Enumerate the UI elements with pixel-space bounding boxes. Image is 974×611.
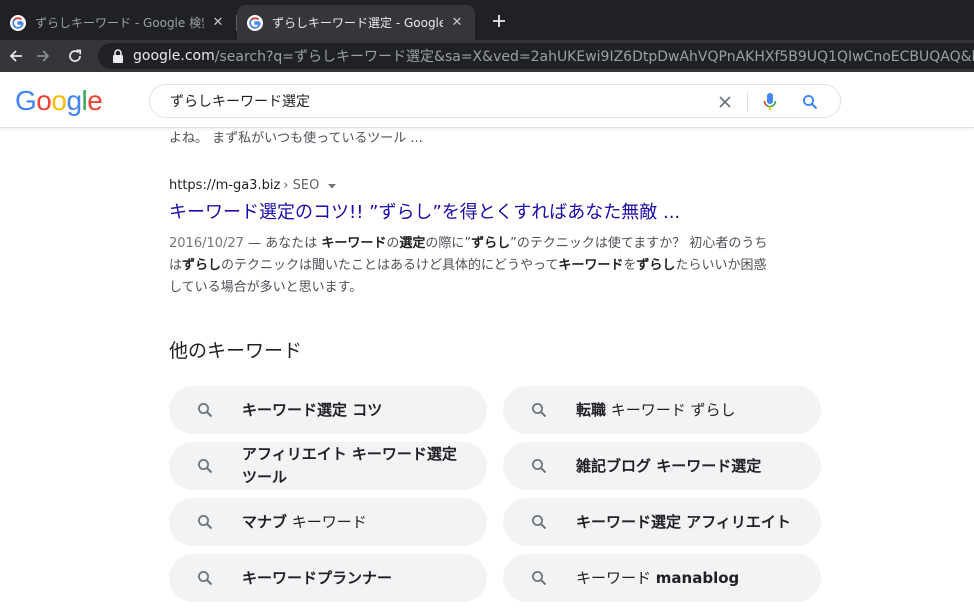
related-searches-heading: 他のキーワード xyxy=(169,340,303,362)
result-breadcrumb: › SEO xyxy=(283,178,320,193)
chip-text-bold: キーワード選定 コツ xyxy=(242,400,383,419)
search-icon xyxy=(532,515,547,530)
search-icon xyxy=(532,403,547,418)
logo-letter: o xyxy=(51,85,67,116)
plus-icon xyxy=(493,15,505,27)
forward-button[interactable] xyxy=(31,44,55,68)
search-result: https://m-ga3.biz › SEO キーワード選定のコツ!! ”ずら… xyxy=(169,178,789,299)
snippet-text: の xyxy=(386,236,400,251)
snippet-highlight: キーワード xyxy=(321,236,387,251)
snippet-highlight: ずらし xyxy=(182,258,222,273)
related-search-label: 雑記ブログ キーワード選定 xyxy=(576,455,801,478)
result-cite: https://m-ga3.biz › SEO xyxy=(169,178,789,193)
google-favicon-icon xyxy=(10,14,26,31)
clear-search-button[interactable] xyxy=(716,93,734,111)
related-search-label: マナブ キーワード xyxy=(242,511,467,534)
chip-text-bold: 雑記ブログ キーワード選定 xyxy=(576,456,762,475)
result-url: https://m-ga3.biz xyxy=(169,178,281,193)
search-icon xyxy=(198,459,213,474)
tab-zurashi-keyword[interactable]: ずらしキーワード - Google 検索 ✕ xyxy=(0,5,236,40)
tab-title: ずらしキーワード選定 - Google 検索 xyxy=(272,16,443,30)
address-bar[interactable]: google.com/search?q=ずらしキーワード選定&sa=X&ved=… xyxy=(98,43,974,69)
url-host: google.com xyxy=(133,48,215,64)
logo-letter: G xyxy=(15,85,37,116)
new-tab-button[interactable] xyxy=(487,9,511,33)
result-date: 2016/10/27 xyxy=(169,236,244,251)
related-search-chip[interactable]: キーワード選定 アフィリエイト xyxy=(503,498,821,546)
snippet-text: — あなたは xyxy=(243,236,322,251)
snippet-text: の際に” xyxy=(425,236,472,251)
search-icon xyxy=(802,94,818,110)
related-search-chip[interactable]: キーワードプランナー xyxy=(169,554,487,602)
chip-text-bold: マナブ xyxy=(242,512,288,531)
related-search-label: キーワード選定 アフィリエイト xyxy=(576,511,801,534)
reload-button[interactable] xyxy=(63,44,87,68)
microphone-icon xyxy=(763,93,777,110)
search-icon xyxy=(532,571,547,586)
reload-icon xyxy=(69,49,82,62)
snippet-text: を xyxy=(623,258,637,273)
chip-text-bold: キーワード選定 アフィリエイト xyxy=(576,512,791,531)
arrow-right-icon xyxy=(37,50,50,62)
url-path: /search?q=ずらしキーワード選定&sa=X&ved=2ahUKEwi9I… xyxy=(214,49,974,65)
voice-search-button[interactable] xyxy=(761,92,779,112)
caret-down-icon xyxy=(328,183,337,188)
chip-text-bold: アフィリエイト キーワード選定ツール xyxy=(242,445,457,486)
search-box xyxy=(149,84,841,118)
search-button[interactable] xyxy=(801,93,819,111)
related-search-chip[interactable]: アフィリエイト キーワード選定ツール xyxy=(169,442,487,490)
logo-letter: g xyxy=(66,85,82,116)
related-search-label: アフィリエイト キーワード選定ツール xyxy=(242,443,467,489)
tab-title: ずらしキーワード - Google 検索 xyxy=(35,16,204,30)
related-search-chip[interactable]: 雑記ブログ キーワード選定 xyxy=(503,442,821,490)
search-icon xyxy=(198,515,213,530)
related-search-chip[interactable]: キーワード manablog xyxy=(503,554,821,602)
search-icon xyxy=(532,459,547,474)
back-button[interactable] xyxy=(4,44,28,68)
search-icon xyxy=(198,571,213,586)
result-menu-button[interactable] xyxy=(327,181,337,191)
related-search-chip[interactable]: マナブ キーワード xyxy=(169,498,487,546)
related-search-label: キーワードプランナー xyxy=(242,567,467,590)
logo-letter: e xyxy=(87,85,103,116)
search-icon xyxy=(198,403,213,418)
close-icon xyxy=(719,96,731,108)
chip-text: キーワード ずらし xyxy=(606,400,736,419)
logo-letter: o xyxy=(36,85,52,116)
chip-text: キーワード xyxy=(287,512,367,531)
result-snippet: 2016/10/27 — あなたは キーワードの選定の際に”ずらし”のテクニック… xyxy=(169,233,779,299)
tab-strip: ずらしキーワード - Google 検索 ✕ ずらしキーワード選定 - Goog… xyxy=(0,0,974,40)
result-title-link[interactable]: キーワード選定のコツ!! ”ずらし”を得とくすればあなた無敵 ... xyxy=(169,201,789,225)
chip-text-bold: manablog xyxy=(655,568,740,587)
close-tab-icon[interactable]: ✕ xyxy=(449,15,465,31)
related-search-label: キーワード manablog xyxy=(576,567,801,590)
chip-text-bold: キーワードプランナー xyxy=(242,568,393,587)
snippet-highlight: ずらし xyxy=(636,258,676,273)
related-search-chip[interactable]: 転職 キーワード ずらし xyxy=(503,386,821,434)
search-header: Google xyxy=(0,72,974,128)
chip-text-bold: 転職 xyxy=(576,400,607,419)
browser-toolbar: google.com/search?q=ずらしキーワード選定&sa=X&ved=… xyxy=(0,40,974,72)
snippet-highlight: 選定 xyxy=(399,236,426,251)
arrow-left-icon xyxy=(9,50,22,62)
search-input[interactable] xyxy=(170,90,690,112)
lock-icon xyxy=(113,49,123,63)
related-search-chip[interactable]: キーワード選定 コツ xyxy=(169,386,487,434)
snippet-text: のテクニックは聞いたことはあるけど具体的にどうやって xyxy=(221,258,559,273)
google-favicon-icon xyxy=(247,14,263,31)
related-search-label: キーワード選定 コツ xyxy=(242,399,467,422)
snippet-highlight: ずらし xyxy=(471,236,511,251)
google-logo[interactable]: Google xyxy=(15,85,103,116)
previous-result-snippet: よね。 まず私がいつも使っているツール ... xyxy=(169,131,423,146)
snippet-highlight: キーワード xyxy=(558,258,624,273)
related-search-label: 転職 キーワード ずらし xyxy=(576,399,801,422)
search-box-divider xyxy=(747,92,748,112)
close-tab-icon[interactable]: ✕ xyxy=(210,15,226,31)
chip-text: キーワード xyxy=(576,568,656,587)
tab-zurashi-keyword-sentei[interactable]: ずらしキーワード選定 - Google 検索 ✕ xyxy=(237,5,475,40)
